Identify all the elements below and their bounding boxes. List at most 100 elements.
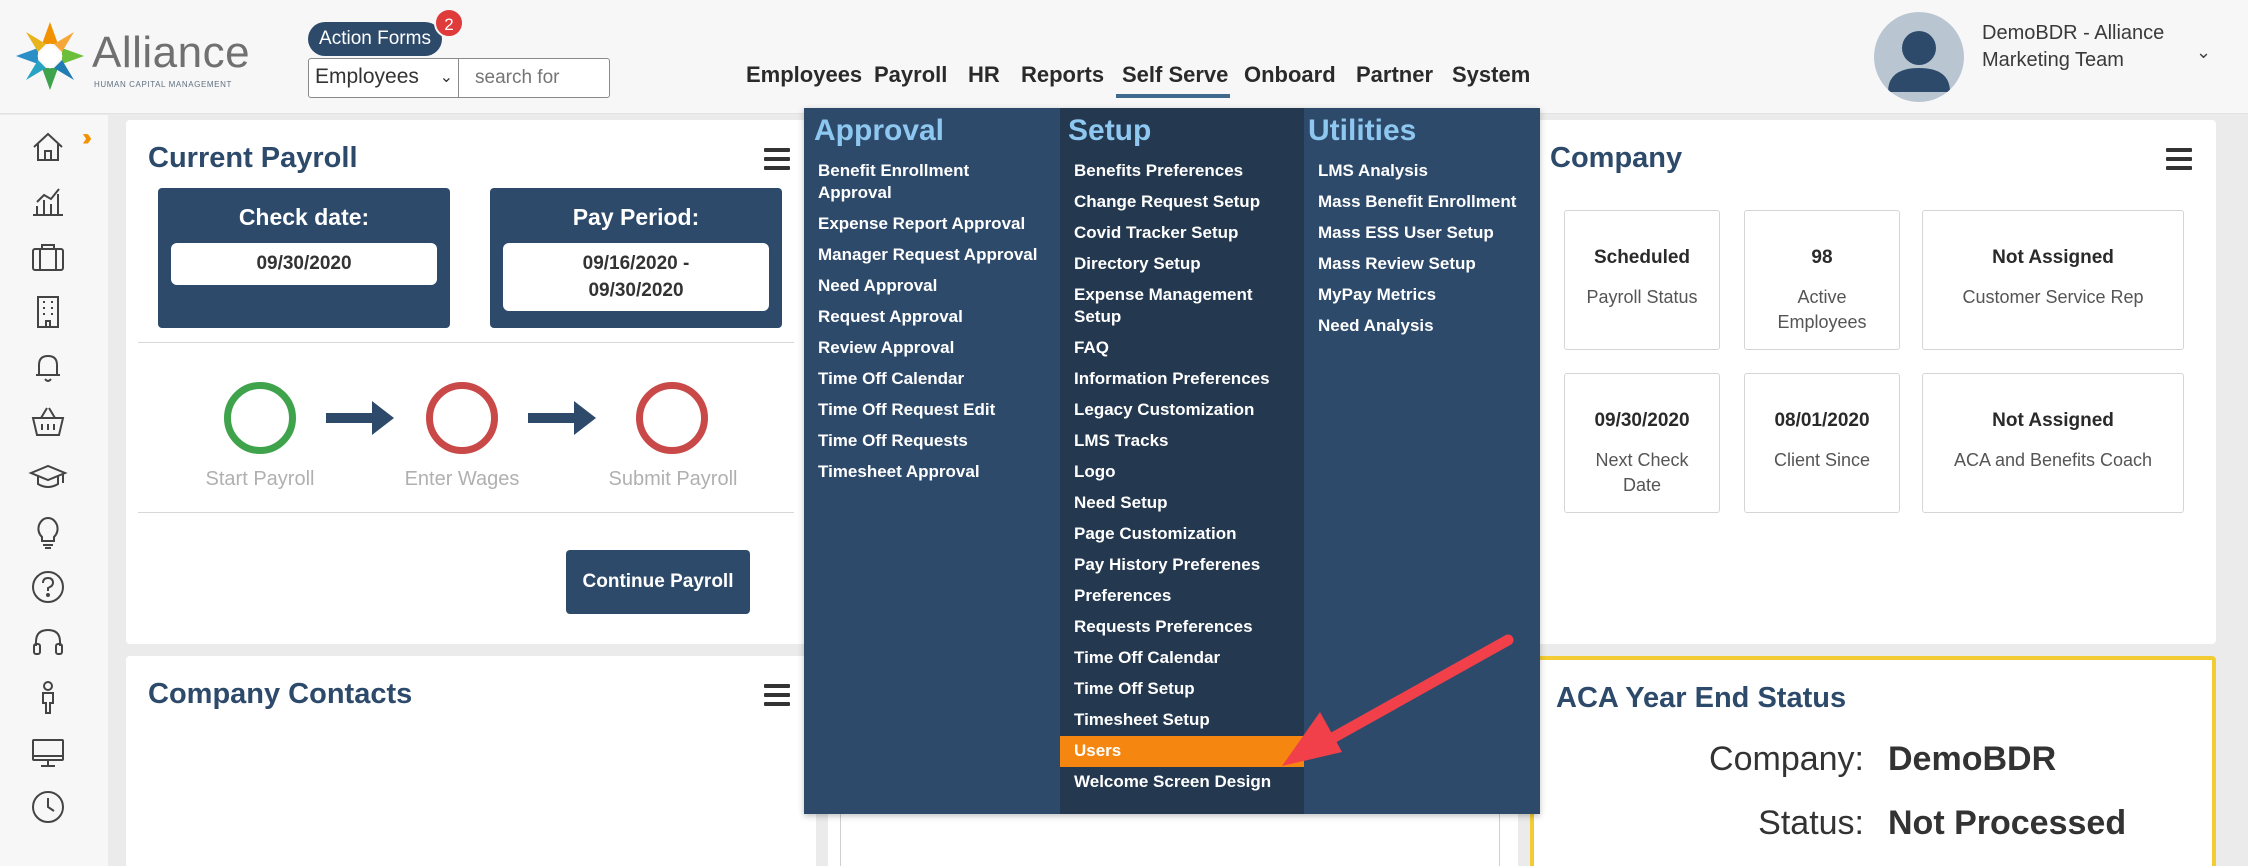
payroll-divider-top [138, 342, 794, 343]
menu-item-mass-review-setup[interactable]: Mass Review Setup [1304, 249, 1540, 280]
aca-company-label: Company: [1709, 740, 1864, 778]
info-label: ACA and Benefits Coach [1953, 450, 2153, 470]
menu-item-legacy-customization[interactable]: Legacy Customization [1060, 395, 1304, 426]
info-value: 98 [1811, 247, 1833, 268]
user-menu-chevron-icon[interactable]: ⌄ [2196, 42, 2211, 63]
continue-payroll-button[interactable]: Continue Payroll [566, 550, 750, 614]
briefcase-icon[interactable] [28, 237, 68, 277]
menu-item-preferences[interactable]: Preferences [1060, 581, 1304, 612]
menu-item-request-approval[interactable]: Request Approval [804, 302, 1060, 333]
company-menu-icon[interactable] [2166, 148, 2192, 170]
info-label: Active Employees [1777, 287, 1867, 332]
menu-item-covid-tracker-setup[interactable]: Covid Tracker Setup [1060, 218, 1304, 249]
approval-list: Benefit Enrollment Approval Expense Repo… [804, 156, 1060, 488]
approval-heading: Approval [814, 114, 945, 147]
menu-item-need-analysis[interactable]: Need Analysis [1304, 311, 1540, 342]
double-chevron-right-icon[interactable]: ›› [82, 124, 92, 152]
logo-text: Alliance [92, 28, 251, 77]
current-payroll-title: Current Payroll [148, 142, 358, 174]
menu-item-review-approval[interactable]: Review Approval [804, 333, 1060, 364]
user-avatar[interactable] [1874, 12, 1964, 102]
step-label-start: Start Payroll [205, 468, 315, 490]
search-input[interactable] [458, 58, 610, 98]
menu-item-logo[interactable]: Logo [1060, 457, 1304, 488]
submit-payroll-step-icon [636, 382, 708, 454]
menu-item-expense-report-approval[interactable]: Expense Report Approval [804, 209, 1060, 240]
menu-item-mass-ess-user-setup[interactable]: Mass ESS User Setup [1304, 218, 1540, 249]
payroll-status-box: Scheduled Payroll Status [1564, 210, 1720, 350]
menu-item-lms-tracks[interactable]: LMS Tracks [1060, 426, 1304, 457]
nav-payroll[interactable]: Payroll [874, 62, 947, 88]
company-contacts-title: Company Contacts [148, 678, 413, 710]
aca-company-value: DemoBDR [1888, 740, 2057, 778]
check-date-value: 09/30/2020 [171, 243, 437, 285]
step-label-wages: Enter Wages [404, 468, 520, 490]
aca-year-end-card: ACA Year End Status Company: DemoBDR Stat… [1530, 656, 2216, 866]
nav-system[interactable]: System [1452, 62, 1530, 88]
nav-onboard[interactable]: Onboard [1244, 62, 1336, 88]
menu-item-expense-management-setup[interactable]: Expense Management Setup [1060, 280, 1304, 333]
menu-item-manager-request-approval[interactable]: Manager Request Approval [804, 240, 1060, 271]
annotation-arrow-icon [1282, 634, 1514, 766]
menu-item-change-request-setup[interactable]: Change Request Setup [1060, 187, 1304, 218]
menu-item-benefit-enrollment-approval[interactable]: Benefit Enrollment Approval [804, 156, 1060, 209]
nav-hr[interactable]: HR [968, 62, 1000, 88]
left-sidebar [0, 115, 108, 866]
menu-item-welcome-screen-design[interactable]: Welcome Screen Design [1060, 767, 1304, 798]
setup-heading: Setup [1068, 114, 1152, 147]
menu-item-lms-analysis[interactable]: LMS Analysis [1304, 156, 1540, 187]
active-employees-box: 98 Active Employees [1744, 210, 1900, 350]
lightbulb-icon[interactable] [28, 512, 68, 552]
logo-subtitle: HUMAN CAPITAL MANAGEMENT [94, 80, 232, 89]
user-silhouette-icon [1888, 31, 1950, 92]
bell-icon[interactable] [28, 347, 68, 387]
info-value: 08/01/2020 [1774, 410, 1870, 431]
pay-period-value: 09/16/2020 - 09/30/2020 [503, 243, 769, 311]
help-icon[interactable] [28, 567, 68, 607]
menu-item-directory-setup[interactable]: Directory Setup [1060, 249, 1304, 280]
menu-item-time-off-requests[interactable]: Time Off Requests [804, 426, 1060, 457]
menu-item-page-customization[interactable]: Page Customization [1060, 519, 1304, 550]
menu-item-benefits-preferences[interactable]: Benefits Preferences [1060, 156, 1304, 187]
person-icon[interactable] [28, 677, 68, 717]
action-forms-button[interactable]: Action Forms [308, 22, 442, 56]
clock-icon[interactable] [28, 787, 68, 827]
info-label: Customer Service Rep [1962, 287, 2144, 307]
info-label: Payroll Status [1586, 287, 1698, 307]
nav-employees[interactable]: Employees [746, 62, 862, 88]
payroll-divider-bottom [138, 512, 794, 513]
home-icon[interactable] [28, 127, 68, 167]
company-contacts-menu-icon[interactable] [764, 684, 790, 706]
alliance-logo[interactable]: Alliance HUMAN CAPITAL MANAGEMENT [14, 20, 254, 92]
info-value: Scheduled [1593, 247, 1691, 268]
menu-item-need-approval[interactable]: Need Approval [804, 271, 1060, 302]
user-name[interactable]: DemoBDR - Alliance Marketing Team [1982, 20, 2182, 74]
menu-item-mypay-metrics[interactable]: MyPay Metrics [1304, 280, 1540, 311]
current-payroll-menu-icon[interactable] [764, 148, 790, 170]
monitor-icon[interactable] [28, 732, 68, 772]
menu-item-timesheet-approval[interactable]: Timesheet Approval [804, 457, 1060, 488]
step-arrow-icon [326, 401, 394, 435]
analytics-icon[interactable] [28, 182, 68, 222]
menu-item-mass-benefit-enrollment[interactable]: Mass Benefit Enrollment [1304, 187, 1540, 218]
menu-item-need-setup[interactable]: Need Setup [1060, 488, 1304, 519]
enter-wages-step-icon [426, 382, 498, 454]
menu-item-faq[interactable]: FAQ [1060, 333, 1304, 364]
menu-item-information-preferences[interactable]: Information Preferences [1060, 364, 1304, 395]
building-icon[interactable] [28, 292, 68, 332]
headset-icon[interactable] [28, 622, 68, 662]
nav-reports[interactable]: Reports [1021, 62, 1104, 88]
menu-item-time-off-request-edit[interactable]: Time Off Request Edit [804, 395, 1060, 426]
chevron-down-icon: ⌄ [439, 69, 453, 86]
employee-type-select[interactable]: Employees ⌄ [308, 58, 460, 98]
nav-partner[interactable]: Partner [1356, 62, 1433, 88]
basket-icon[interactable] [28, 402, 68, 442]
nav-self-serve[interactable]: Self Serve [1122, 62, 1228, 88]
graduation-cap-icon[interactable] [28, 457, 68, 497]
menu-item-pay-history-preferences[interactable]: Pay History Preferenes [1060, 550, 1304, 581]
menu-item-time-off-calendar[interactable]: Time Off Calendar [804, 364, 1060, 395]
pay-period-start: 09/16/2020 - [582, 253, 690, 274]
top-header: Alliance HUMAN CAPITAL MANAGEMENT Action… [0, 0, 2248, 114]
aca-status-value: Not Processed [1888, 804, 2127, 842]
info-value: Not Assigned [1992, 410, 2114, 431]
